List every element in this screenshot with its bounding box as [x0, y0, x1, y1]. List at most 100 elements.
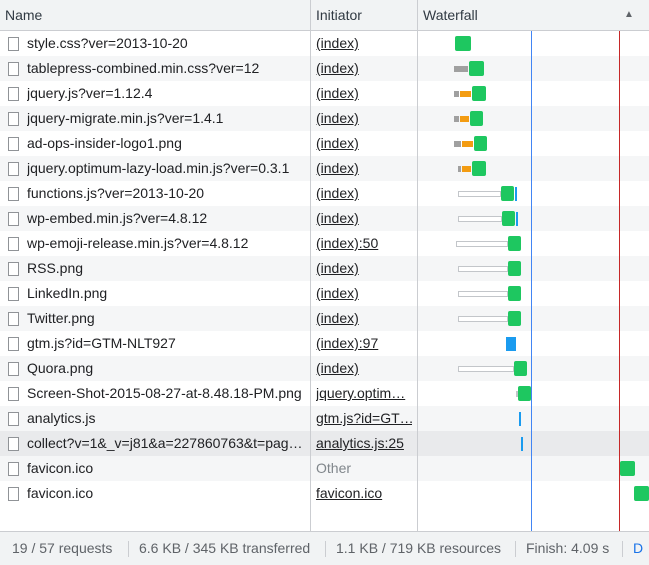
stalled-bar	[458, 166, 461, 172]
file-icon	[8, 62, 19, 76]
request-initiator[interactable]: (index)	[316, 281, 412, 306]
request-name[interactable]: Quora.png	[27, 356, 307, 381]
waterfall-cell[interactable]	[418, 131, 649, 156]
request-row[interactable]: favicon.ico Other	[0, 456, 649, 481]
request-initiator[interactable]: (index)	[316, 131, 412, 156]
request-row[interactable]: analytics.js gtm.js?id=GT…	[0, 406, 649, 431]
waterfall-cell[interactable]	[418, 106, 649, 131]
file-icon	[8, 312, 19, 326]
request-name[interactable]: favicon.ico	[27, 456, 307, 481]
request-name[interactable]: RSS.png	[27, 256, 307, 281]
request-initiator[interactable]: (index)	[316, 106, 412, 131]
waterfall-cell[interactable]	[418, 206, 649, 231]
column-header-initiator[interactable]: Initiator	[316, 0, 362, 30]
request-name[interactable]: jquery-migrate.min.js?ver=1.4.1	[27, 106, 307, 131]
request-name[interactable]: wp-emoji-release.min.js?ver=4.8.12	[27, 231, 307, 256]
finish-time: Finish: 4.09 s	[526, 540, 610, 556]
content-download-bar	[620, 461, 635, 476]
request-row[interactable]: wp-emoji-release.min.js?ver=4.8.12 (index…	[0, 231, 649, 256]
request-initiator[interactable]: (index)	[316, 256, 412, 281]
sort-ascending-icon[interactable]: ▲	[624, 0, 634, 30]
file-icon	[8, 37, 19, 51]
request-row[interactable]: Quora.png (index)	[0, 356, 649, 381]
request-initiator[interactable]: (index)	[316, 156, 412, 181]
request-row[interactable]: tablepress-combined.min.css?ver=12 (index…	[0, 56, 649, 81]
waterfall-cell[interactable]	[418, 356, 649, 381]
waterfall-cell[interactable]	[418, 456, 649, 481]
request-row[interactable]: ad-ops-insider-logo1.png (index)	[0, 131, 649, 156]
request-row[interactable]: favicon.ico favicon.ico	[0, 481, 649, 506]
request-name[interactable]: wp-embed.min.js?ver=4.8.12	[27, 206, 307, 231]
column-header-waterfall[interactable]: Waterfall	[423, 0, 478, 30]
request-name[interactable]: functions.js?ver=2013-10-20	[27, 181, 307, 206]
waterfall-cell[interactable]	[418, 31, 649, 56]
request-row[interactable]: jquery-migrate.min.js?ver=1.4.1 (index)	[0, 106, 649, 131]
request-row[interactable]: collect?v=1&_v=j81&a=227860763&t=pag… ana…	[0, 431, 649, 456]
request-initiator[interactable]: gtm.js?id=GT…	[316, 406, 412, 431]
request-initiator[interactable]: (index)	[316, 306, 412, 331]
request-name[interactable]: style.css?ver=2013-10-20	[27, 31, 307, 56]
column-header-name[interactable]: Name	[5, 0, 42, 30]
waterfall-cell[interactable]	[418, 306, 649, 331]
request-initiator[interactable]: (index):50	[316, 231, 412, 256]
request-name[interactable]: collect?v=1&_v=j81&a=227860763&t=pag…	[27, 431, 307, 456]
request-row[interactable]: functions.js?ver=2013-10-20 (index)	[0, 181, 649, 206]
waterfall-cell[interactable]	[418, 231, 649, 256]
stalled-bar	[454, 116, 459, 122]
file-icon	[8, 337, 19, 351]
waterfall-cell[interactable]	[418, 381, 649, 406]
waterfall-cell[interactable]	[418, 281, 649, 306]
request-initiator[interactable]: (index)	[316, 181, 412, 206]
request-row[interactable]: Screen-Shot-2015-08-27-at-8.48.18-PM.png…	[0, 381, 649, 406]
request-row[interactable]: style.css?ver=2013-10-20 (index)	[0, 31, 649, 56]
request-initiator[interactable]: (index)	[316, 31, 412, 56]
waterfall-cell[interactable]	[418, 481, 649, 506]
column-divider-initiator[interactable]	[417, 0, 418, 531]
waterfall-cell[interactable]	[418, 256, 649, 281]
request-name[interactable]: Twitter.png	[27, 306, 307, 331]
request-initiator[interactable]: jquery.optim…	[316, 381, 412, 406]
file-icon	[8, 162, 19, 176]
waterfall-cell[interactable]	[418, 181, 649, 206]
connecting-bar	[460, 116, 469, 122]
waterfall-cell[interactable]	[418, 406, 649, 431]
queued-bar	[458, 366, 514, 372]
request-initiator[interactable]: favicon.ico	[316, 481, 412, 506]
request-name[interactable]: ad-ops-insider-logo1.png	[27, 131, 307, 156]
waterfall-cell[interactable]	[418, 56, 649, 81]
table-header: Name Initiator Waterfall ▲	[0, 0, 649, 31]
content-download-bar	[472, 161, 486, 176]
request-initiator[interactable]: (index)	[316, 81, 412, 106]
request-initiator[interactable]: (index):97	[316, 331, 412, 356]
waterfall-cell[interactable]	[418, 331, 649, 356]
request-initiator[interactable]: (index)	[316, 356, 412, 381]
request-row[interactable]: LinkedIn.png (index)	[0, 281, 649, 306]
request-row[interactable]: RSS.png (index)	[0, 256, 649, 281]
request-name[interactable]: jquery.optimum-lazy-load.min.js?ver=0.3.…	[27, 156, 307, 181]
waterfall-cell[interactable]	[418, 81, 649, 106]
waterfall-cell[interactable]	[418, 156, 649, 181]
request-name[interactable]: LinkedIn.png	[27, 281, 307, 306]
request-row[interactable]: jquery.optimum-lazy-load.min.js?ver=0.3.…	[0, 156, 649, 181]
request-name[interactable]: tablepress-combined.min.css?ver=12	[27, 56, 307, 81]
request-initiator[interactable]: (index)	[316, 56, 412, 81]
request-row[interactable]: Twitter.png (index)	[0, 306, 649, 331]
content-download-bar	[518, 386, 531, 401]
waterfall-cell[interactable]	[418, 431, 649, 456]
request-initiator[interactable]: (index)	[316, 206, 412, 231]
request-initiator[interactable]: analytics.js:25	[316, 431, 412, 456]
request-row[interactable]: jquery.js?ver=1.12.4 (index)	[0, 81, 649, 106]
request-name[interactable]: jquery.js?ver=1.12.4	[27, 81, 307, 106]
column-divider-name[interactable]	[310, 0, 311, 531]
file-icon	[8, 187, 19, 201]
request-row[interactable]: gtm.js?id=GTM-NLT927 (index):97	[0, 331, 649, 356]
request-name[interactable]: Screen-Shot-2015-08-27-at-8.48.18-PM.png	[27, 381, 307, 406]
request-name[interactable]: analytics.js	[27, 406, 307, 431]
request-name[interactable]: gtm.js?id=GTM-NLT927	[27, 331, 307, 356]
request-row[interactable]: wp-embed.min.js?ver=4.8.12 (index)	[0, 206, 649, 231]
stalled-bar	[454, 141, 461, 147]
file-icon	[8, 137, 19, 151]
stalled-bar	[454, 66, 468, 72]
request-name[interactable]: favicon.ico	[27, 481, 307, 506]
file-icon	[8, 112, 19, 126]
